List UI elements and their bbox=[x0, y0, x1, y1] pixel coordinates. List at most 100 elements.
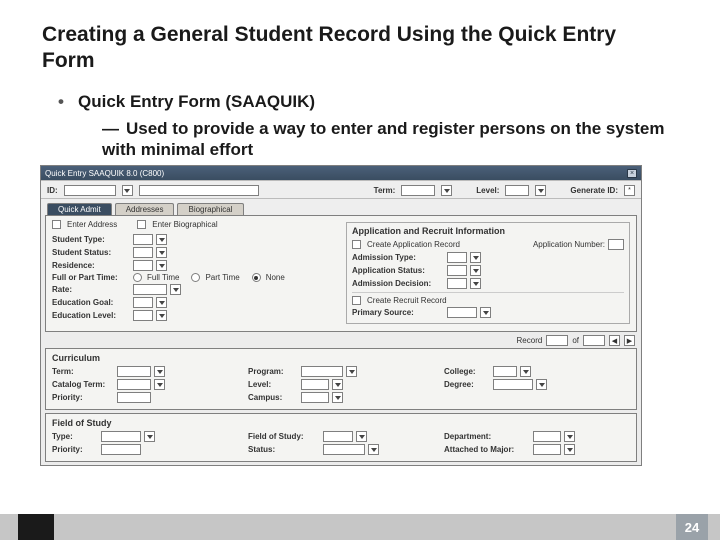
edu-level-input[interactable] bbox=[133, 310, 153, 321]
student-status-input[interactable] bbox=[133, 247, 153, 258]
curr-term-input[interactable] bbox=[117, 366, 151, 377]
tab-strip: Quick Admit Addresses Biographical bbox=[41, 199, 641, 215]
curr-level-input[interactable] bbox=[301, 379, 329, 390]
residence-input[interactable] bbox=[133, 260, 153, 271]
adm-dec-label: Admission Decision: bbox=[352, 279, 444, 288]
program-lov-icon[interactable] bbox=[346, 366, 357, 377]
degree-label: Degree: bbox=[444, 380, 490, 389]
rate-lov-icon[interactable] bbox=[170, 284, 181, 295]
slide-title: Creating a General Student Record Using … bbox=[42, 22, 662, 75]
curr-priority-input[interactable] bbox=[117, 392, 151, 403]
fos-attached-lov-icon[interactable] bbox=[564, 444, 575, 455]
residence-lov-icon[interactable] bbox=[156, 260, 167, 271]
field-of-study-panel: Field of Study Type: Priority: Field of … bbox=[45, 413, 637, 462]
create-app-checkbox[interactable] bbox=[352, 240, 361, 249]
create-recruit-checkbox[interactable] bbox=[352, 296, 361, 305]
close-icon[interactable]: × bbox=[627, 169, 637, 178]
record-total bbox=[583, 335, 605, 346]
fos-dept-lov-icon[interactable] bbox=[564, 431, 575, 442]
create-recruit-label: Create Recruit Record bbox=[367, 296, 447, 305]
college-input[interactable] bbox=[493, 366, 517, 377]
edu-level-lov-icon[interactable] bbox=[156, 310, 167, 321]
catalog-term-input[interactable] bbox=[117, 379, 151, 390]
degree-lov-icon[interactable] bbox=[536, 379, 547, 390]
curr-level-lov-icon[interactable] bbox=[332, 379, 343, 390]
campus-lov-icon[interactable] bbox=[332, 392, 343, 403]
bullet-level-2: —Used to provide a way to enter and regi… bbox=[102, 118, 678, 161]
prim-src-input[interactable] bbox=[447, 307, 477, 318]
catalog-term-lov-icon[interactable] bbox=[154, 379, 165, 390]
level-lov-icon[interactable] bbox=[535, 185, 546, 196]
part-time-radio[interactable] bbox=[191, 273, 200, 282]
fos-type-input[interactable] bbox=[101, 431, 141, 442]
rate-label: Rate: bbox=[52, 285, 130, 294]
prev-record-icon[interactable]: ◀ bbox=[609, 335, 620, 346]
edu-goal-input[interactable] bbox=[133, 297, 153, 308]
fos-type-lov-icon[interactable] bbox=[144, 431, 155, 442]
app-recruit-group: Application and Recruit Information Crea… bbox=[346, 222, 630, 324]
bullet-2-text: Used to provide a way to enter and regis… bbox=[102, 119, 664, 159]
tab-addresses[interactable]: Addresses bbox=[115, 203, 175, 215]
app-status-input[interactable] bbox=[447, 265, 467, 276]
adm-type-lov-icon[interactable] bbox=[470, 252, 481, 263]
id-input[interactable] bbox=[64, 185, 116, 196]
edu-level-label: Education Level: bbox=[52, 311, 130, 320]
fos-field-lov-icon[interactable] bbox=[356, 431, 367, 442]
enter-bio-label: Enter Biographical bbox=[152, 220, 217, 229]
part-time-label: Part Time bbox=[205, 273, 239, 282]
edu-goal-lov-icon[interactable] bbox=[156, 297, 167, 308]
fos-priority-label: Priority: bbox=[52, 445, 98, 454]
enter-address-checkbox[interactable] bbox=[52, 220, 61, 229]
app-status-lov-icon[interactable] bbox=[470, 265, 481, 276]
degree-input[interactable] bbox=[493, 379, 533, 390]
student-type-lov-icon[interactable] bbox=[156, 234, 167, 245]
fos-field-input[interactable] bbox=[323, 431, 353, 442]
none-label: None bbox=[266, 273, 285, 282]
campus-label: Campus: bbox=[248, 393, 298, 402]
app-number-input[interactable] bbox=[608, 239, 624, 250]
none-radio[interactable] bbox=[252, 273, 261, 282]
level-label: Level: bbox=[476, 186, 499, 195]
curriculum-panel: Curriculum Term: Catalog Term: Priority:… bbox=[45, 348, 637, 410]
program-input[interactable] bbox=[301, 366, 343, 377]
adm-dec-input[interactable] bbox=[447, 278, 467, 289]
tab-quick-admit[interactable]: Quick Admit bbox=[47, 203, 112, 215]
adm-dec-lov-icon[interactable] bbox=[470, 278, 481, 289]
next-record-icon[interactable]: ▶ bbox=[624, 335, 635, 346]
rate-input[interactable] bbox=[133, 284, 167, 295]
student-type-input[interactable] bbox=[133, 234, 153, 245]
level-input[interactable] bbox=[505, 185, 529, 196]
curr-priority-label: Priority: bbox=[52, 393, 114, 402]
full-time-radio[interactable] bbox=[133, 273, 142, 282]
tab-biographical[interactable]: Biographical bbox=[177, 203, 243, 215]
curr-term-label: Term: bbox=[52, 367, 114, 376]
name-input[interactable] bbox=[139, 185, 259, 196]
student-status-lov-icon[interactable] bbox=[156, 247, 167, 258]
left-column: Enter Address Enter Biographical Student… bbox=[52, 220, 336, 327]
fos-dept-input[interactable] bbox=[533, 431, 561, 442]
adm-type-input[interactable] bbox=[447, 252, 467, 263]
fos-status-input[interactable] bbox=[323, 444, 365, 455]
fos-attached-input[interactable] bbox=[533, 444, 561, 455]
id-lov-icon[interactable] bbox=[122, 185, 133, 196]
campus-input[interactable] bbox=[301, 392, 329, 403]
fpt-label: Full or Part Time: bbox=[52, 273, 130, 282]
prim-src-lov-icon[interactable] bbox=[480, 307, 491, 318]
slide-footer-bar bbox=[0, 514, 720, 540]
term-input[interactable] bbox=[401, 185, 435, 196]
app-status-label: Application Status: bbox=[352, 266, 444, 275]
enter-bio-checkbox[interactable] bbox=[137, 220, 146, 229]
generate-id-button[interactable]: * bbox=[624, 185, 635, 196]
college-label: College: bbox=[444, 367, 490, 376]
term-label: Term: bbox=[374, 186, 396, 195]
college-lov-icon[interactable] bbox=[520, 366, 531, 377]
fos-status-lov-icon[interactable] bbox=[368, 444, 379, 455]
window-titlebar: Quick Entry SAAQUIK 8.0 (C800) × bbox=[41, 166, 641, 180]
curr-level-label: Level: bbox=[248, 380, 298, 389]
record-current bbox=[546, 335, 568, 346]
right-column: Application and Recruit Information Crea… bbox=[346, 220, 630, 327]
term-lov-icon[interactable] bbox=[441, 185, 452, 196]
curriculum-record-bar: Record of ◀ ▶ bbox=[41, 335, 641, 348]
fos-priority-input[interactable] bbox=[101, 444, 141, 455]
curr-term-lov-icon[interactable] bbox=[154, 366, 165, 377]
